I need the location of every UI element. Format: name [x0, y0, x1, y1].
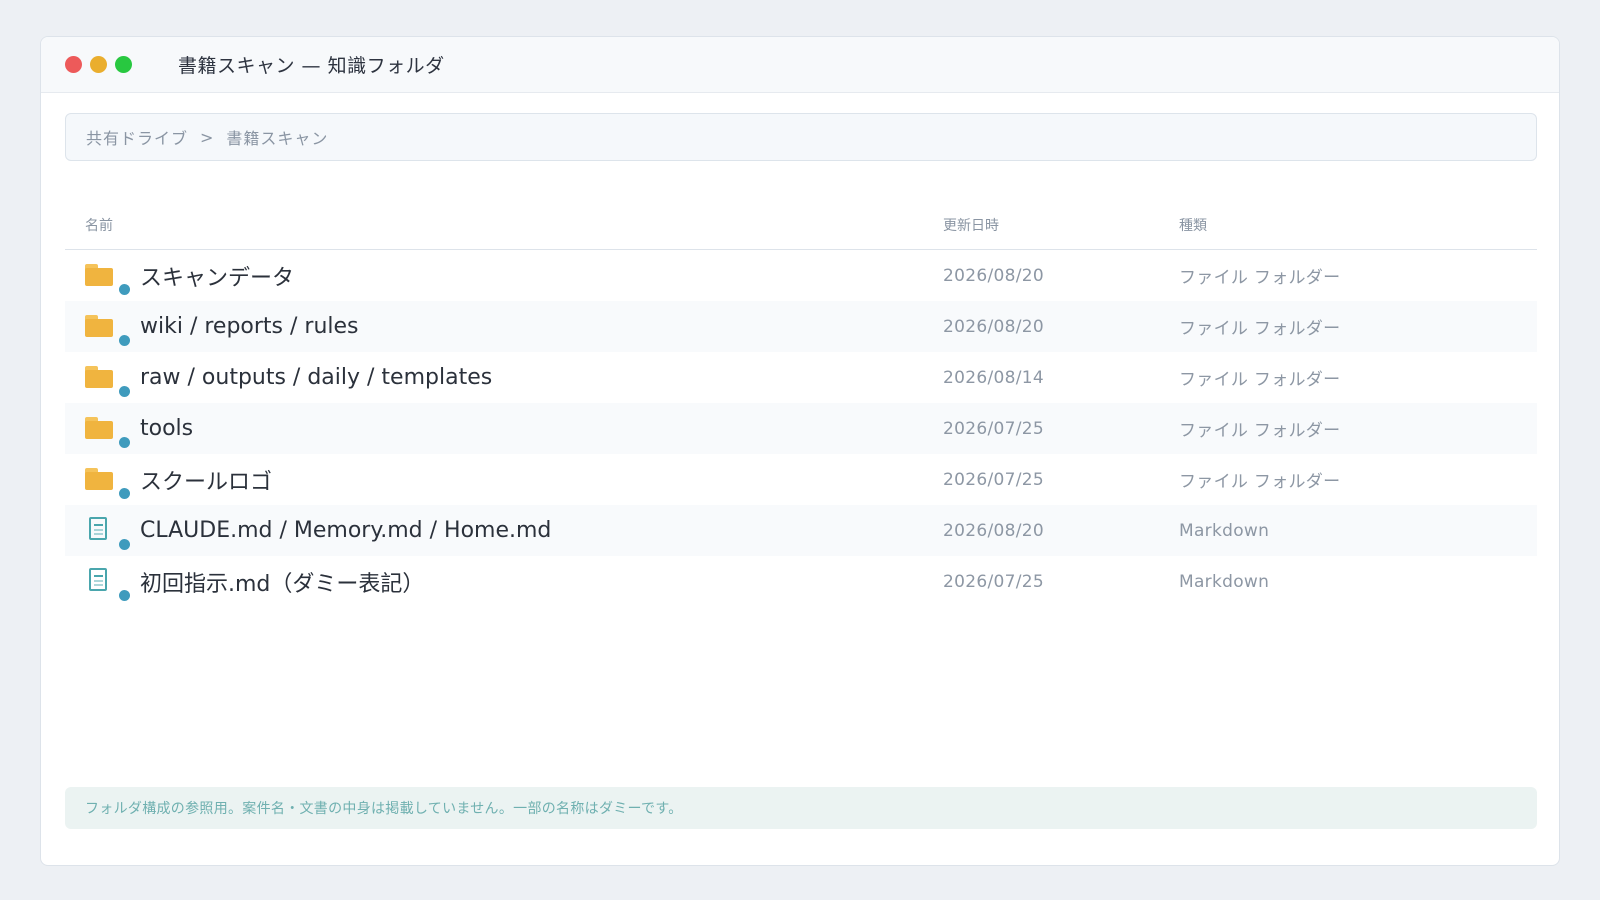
maximize-window-button[interactable] — [115, 56, 132, 73]
row-date-cell: 2026/08/20 — [943, 520, 1044, 541]
table-row[interactable]: 初回指示.md（ダミー表記） 2026/07/25 Markdown — [65, 556, 1537, 607]
table-header: 名前 更新日時 種類 — [65, 201, 1537, 250]
row-date-cell: 2026/07/25 — [943, 469, 1044, 490]
row-name-cell: tools — [65, 413, 943, 448]
row-name-label: CLAUDE.md / Memory.md / Home.md — [140, 518, 552, 543]
table-row[interactable]: wiki / reports / rules 2026/08/20 ファイル フォル… — [65, 301, 1537, 352]
table-row[interactable]: tools 2026/07/25 ファイル フォルダー — [65, 403, 1537, 454]
sync-status-icon — [119, 385, 130, 397]
markdown-file-icon — [85, 515, 130, 550]
sync-status-icon — [119, 283, 130, 295]
row-name-label: 初回指示.md（ダミー表記） — [140, 571, 425, 597]
table-row[interactable]: スキャンデータ 2026/08/20 ファイル フォルダー — [65, 250, 1537, 301]
breadcrumb-item-book-scan[interactable]: 書籍スキャン — [226, 125, 328, 149]
column-header-name[interactable]: 名前 — [65, 215, 943, 235]
window-title: 書籍スキャン — 知識フォルダ — [178, 55, 445, 77]
table-body: スキャンデータ 2026/08/20 ファイル フォルダー wiki / report… — [65, 250, 1537, 607]
close-window-button[interactable] — [65, 56, 82, 73]
row-type-cell: ファイル フォルダー — [1179, 319, 1341, 339]
row-name-cell: CLAUDE.md / Memory.md / Home.md — [65, 515, 943, 550]
row-date-cell: 2026/08/20 — [943, 316, 1044, 337]
window-controls — [65, 56, 132, 73]
column-header-date[interactable]: 更新日時 — [943, 215, 1179, 235]
minimize-window-button[interactable] — [90, 56, 107, 73]
row-date-cell: 2026/07/25 — [943, 418, 1044, 439]
folder-icon — [85, 260, 130, 295]
row-name-cell: wiki / reports / rules — [65, 311, 943, 346]
row-type-cell: ファイル フォルダー — [1179, 421, 1341, 441]
row-name-label: スクールロゴ — [140, 469, 273, 495]
sync-status-icon — [119, 334, 130, 346]
row-name-label: スキャンデータ — [140, 265, 295, 291]
row-name-cell: スキャンデータ — [65, 260, 943, 295]
column-header-type[interactable]: 種類 — [1179, 215, 1537, 235]
folder-icon — [85, 311, 130, 346]
row-name-cell: 初回指示.md（ダミー表記） — [65, 566, 943, 601]
row-type-cell: Markdown — [1179, 571, 1270, 592]
table-row[interactable]: CLAUDE.md / Memory.md / Home.md 2026/08/2… — [65, 505, 1537, 556]
folder-icon — [85, 413, 130, 448]
row-name-label: tools — [140, 416, 194, 441]
footer-note: フォルダ構成の参照用。案件名・文書の中身は掲載していません。一部の名称はダミーで… — [65, 787, 1537, 829]
breadcrumb-item-shared-drive[interactable]: 共有ドライブ — [86, 125, 188, 149]
row-type-cell: ファイル フォルダー — [1179, 268, 1341, 288]
row-date-cell: 2026/07/25 — [943, 571, 1044, 592]
file-table: 名前 更新日時 種類 スキャンデータ 2026/08/20 ファイル フォルダー wi… — [65, 201, 1537, 607]
sync-status-icon — [119, 538, 130, 550]
row-type-cell: ファイル フォルダー — [1179, 472, 1341, 492]
breadcrumb-separator: > — [200, 127, 215, 147]
folder-icon — [85, 464, 130, 499]
folder-icon — [85, 362, 130, 397]
sync-status-icon — [119, 589, 130, 601]
markdown-file-icon — [85, 566, 130, 601]
row-name-cell: raw / outputs / daily / templates — [65, 362, 943, 397]
row-type-cell: ファイル フォルダー — [1179, 370, 1341, 390]
row-name-label: raw / outputs / daily / templates — [140, 365, 493, 390]
row-name-label: wiki / reports / rules — [140, 314, 359, 339]
sync-status-icon — [119, 487, 130, 499]
title-bar: 書籍スキャン — 知識フォルダ — [41, 37, 1559, 93]
row-name-cell: スクールロゴ — [65, 464, 943, 499]
row-date-cell: 2026/08/20 — [943, 265, 1044, 286]
file-browser-window: 書籍スキャン — 知識フォルダ 共有ドライブ > 書籍スキャン 名前 更新日時 … — [40, 36, 1560, 866]
sync-status-icon — [119, 436, 130, 448]
breadcrumb: 共有ドライブ > 書籍スキャン — [65, 113, 1537, 161]
row-type-cell: Markdown — [1179, 520, 1270, 541]
row-date-cell: 2026/08/14 — [943, 367, 1044, 388]
table-row[interactable]: raw / outputs / daily / templates 2026/08… — [65, 352, 1537, 403]
table-row[interactable]: スクールロゴ 2026/07/25 ファイル フォルダー — [65, 454, 1537, 505]
